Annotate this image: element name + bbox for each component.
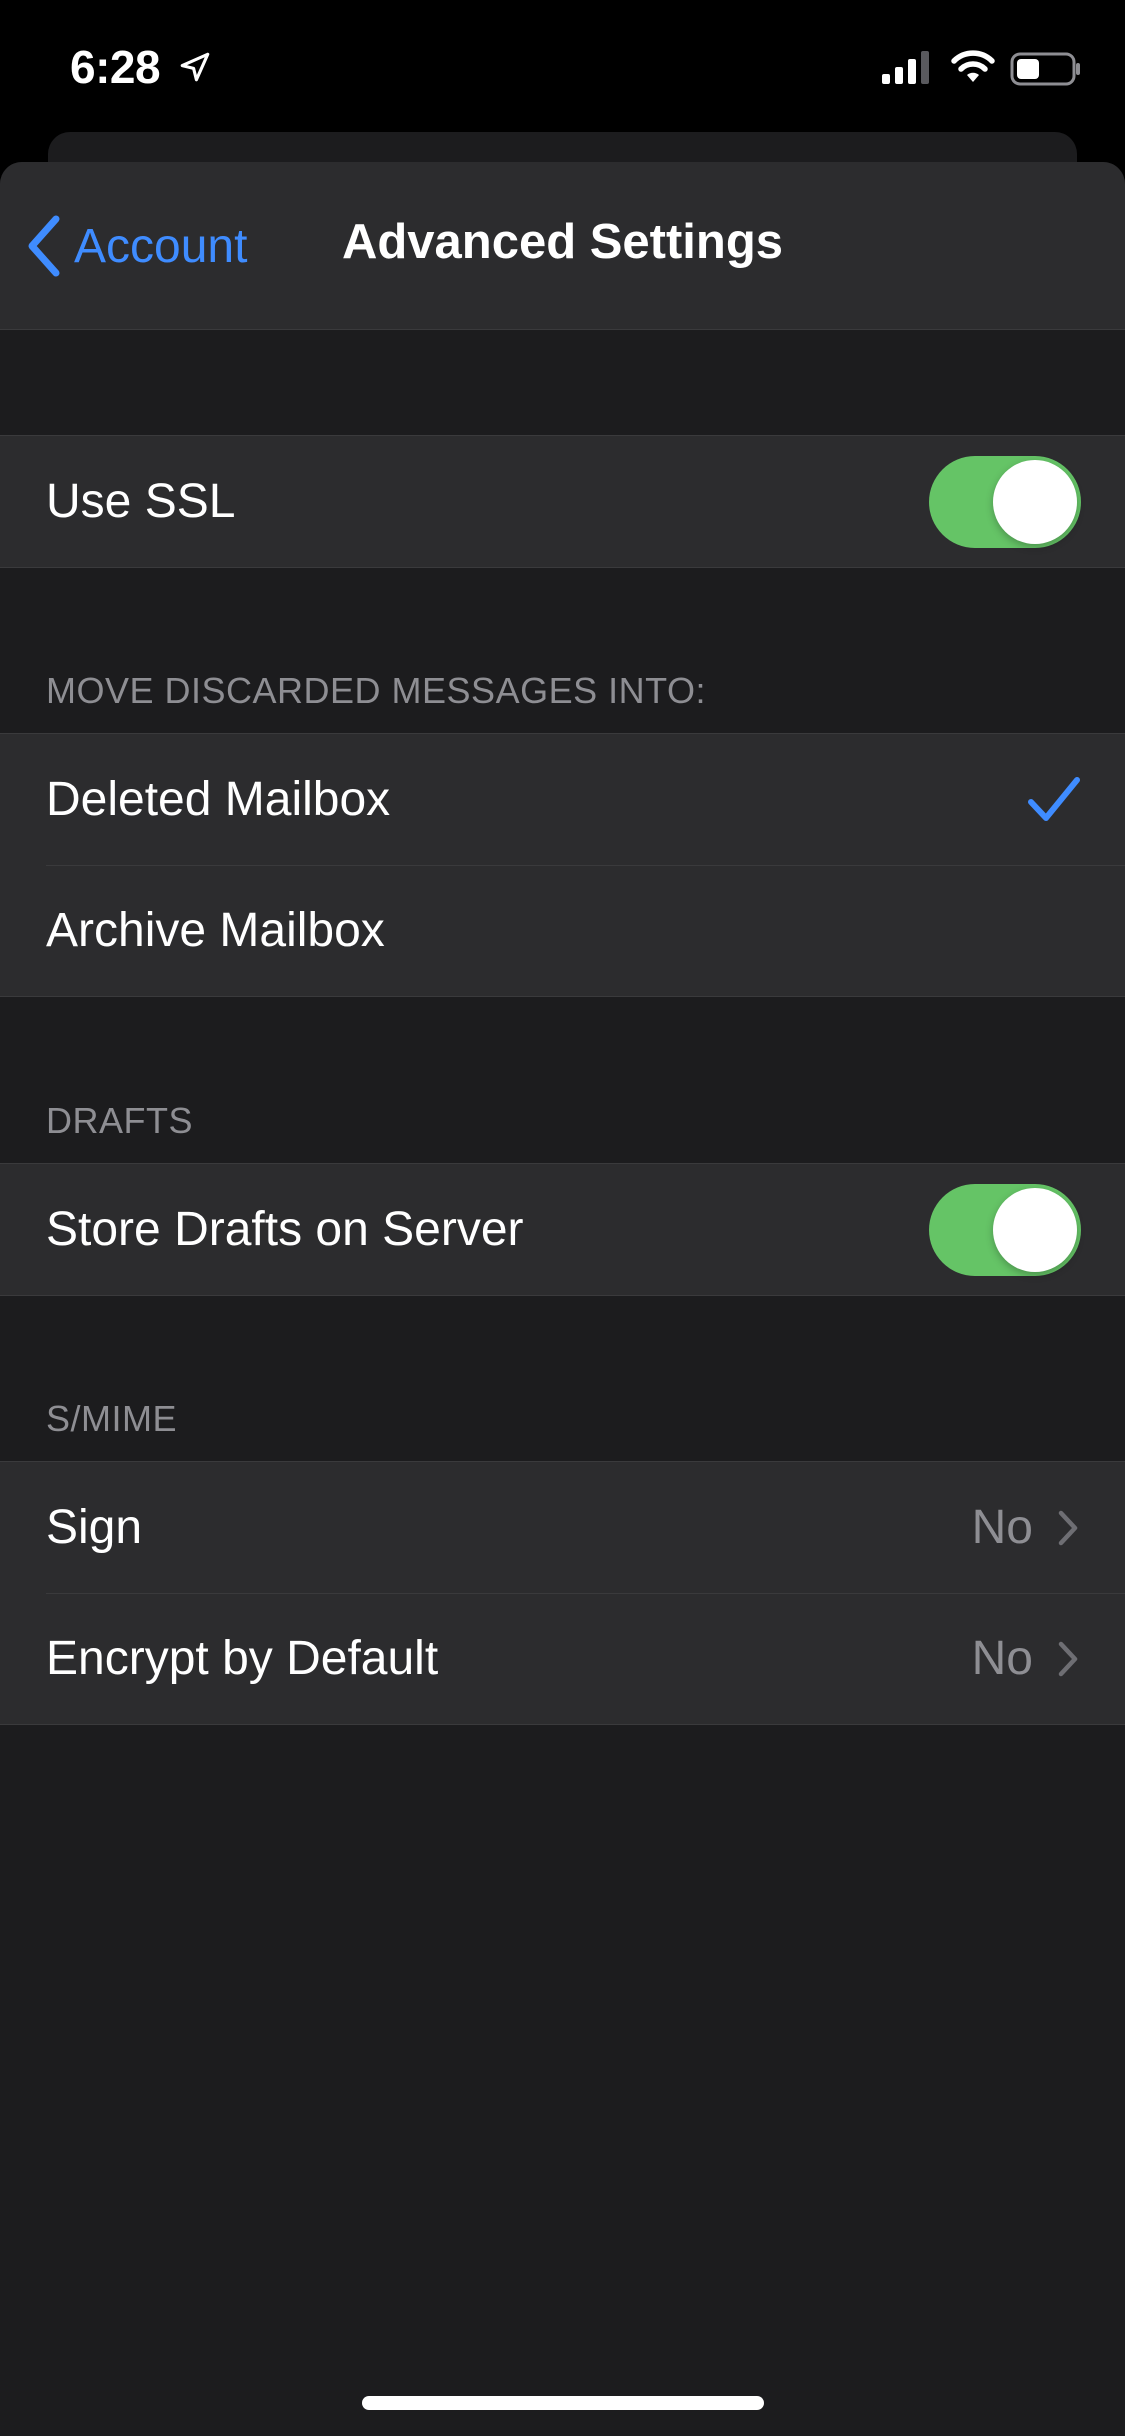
drafts-section-header: DRAFTS — [46, 1100, 193, 1141]
home-indicator[interactable] — [362, 2396, 764, 2410]
status-bar: 6:28 — [0, 0, 1125, 132]
store-drafts-label: Store Drafts on Server — [46, 1203, 524, 1256]
drafts-group: Store Drafts on Server — [0, 1163, 1125, 1296]
use-ssl-toggle[interactable] — [929, 455, 1081, 548]
chevron-right-icon — [1058, 1510, 1078, 1545]
encrypt-value: No — [971, 1632, 1033, 1685]
sign-row[interactable]: Sign No — [0, 1462, 1125, 1593]
encrypt-by-default-row[interactable]: Encrypt by Default No — [0, 1593, 1125, 1724]
option-deleted-mailbox[interactable]: Deleted Mailbox — [0, 734, 1125, 865]
option-label: Archive Mailbox — [46, 904, 385, 957]
checkmark-icon — [1028, 776, 1080, 821]
chevron-right-icon — [1058, 1641, 1078, 1676]
page-title-text: Advanced Settings — [341, 215, 784, 269]
discard-group: Deleted Mailbox Archive Mailbox — [0, 733, 1125, 997]
encrypt-label: Encrypt by Default — [46, 1632, 439, 1685]
smime-section-header: S/MIME — [46, 1398, 178, 1439]
toggle-knob — [993, 459, 1077, 544]
toggle-knob — [993, 1187, 1077, 1272]
use-ssl-row: Use SSL — [0, 436, 1125, 567]
store-drafts-toggle[interactable] — [929, 1183, 1081, 1276]
sign-value: No — [971, 1501, 1033, 1554]
settings-sheet: Account Advanced Settings Use SSL MOVE D… — [0, 162, 1125, 2436]
ssl-group: Use SSL — [0, 435, 1125, 568]
sign-label: Sign — [46, 1501, 143, 1554]
wifi-icon — [951, 50, 995, 82]
page-title: Advanced Settings — [0, 214, 1125, 270]
battery-icon — [1010, 52, 1080, 86]
option-label: Deleted Mailbox — [46, 773, 391, 826]
discard-section-header: MOVE DISCARDED MESSAGES INTO: — [46, 670, 706, 711]
store-drafts-row: Store Drafts on Server — [0, 1164, 1125, 1295]
status-time: 6:28 — [70, 41, 161, 93]
use-ssl-label: Use SSL — [46, 475, 236, 528]
option-archive-mailbox[interactable]: Archive Mailbox — [0, 865, 1125, 996]
smime-group: Sign No Encrypt by Default No — [0, 1461, 1125, 1725]
location-arrow-icon — [180, 52, 210, 82]
cellular-signal-icon — [882, 51, 929, 84]
navigation-bar: Account Advanced Settings — [0, 162, 1125, 330]
